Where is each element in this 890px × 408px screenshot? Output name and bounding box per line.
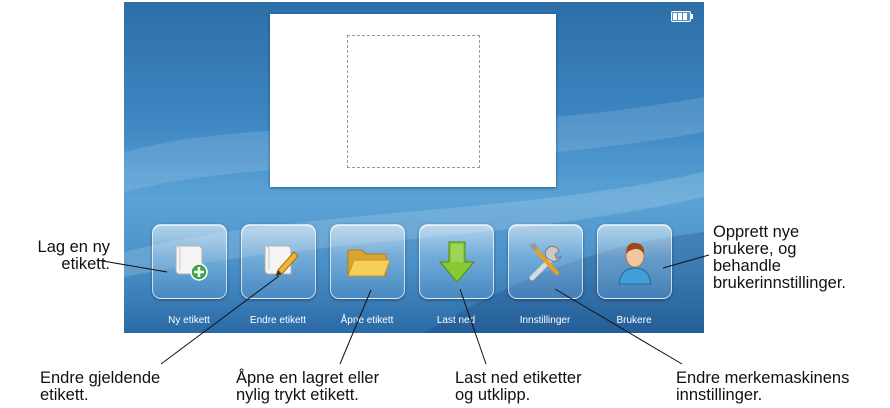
open-label-button[interactable] bbox=[330, 224, 405, 299]
download-button[interactable] bbox=[419, 224, 494, 299]
tools-icon bbox=[528, 242, 562, 280]
new-label-text: Ny etikett bbox=[168, 315, 210, 326]
download-arrow-icon bbox=[438, 241, 475, 283]
device-screen: Ny etikett Endre etikett Åpne etikett La… bbox=[124, 2, 704, 333]
open-folder-icon bbox=[346, 249, 391, 276]
label-preview[interactable] bbox=[270, 14, 556, 187]
edit-label-icon bbox=[264, 245, 299, 277]
settings-button[interactable] bbox=[508, 224, 583, 299]
users-text: Brukere bbox=[616, 315, 652, 326]
user-icon bbox=[617, 242, 652, 284]
edit-label-text: Endre etikett bbox=[249, 315, 307, 326]
callout-edit-label: Endre gjeldende etikett. bbox=[40, 369, 161, 404]
new-label-icon bbox=[175, 245, 208, 281]
download-text: Last ned bbox=[436, 315, 476, 326]
callout-new-label: Lag en ny etikett. bbox=[37, 238, 110, 273]
new-label-button[interactable] bbox=[152, 224, 227, 299]
callout-open-label: Åpne en lagret eller nylig trykt etikett… bbox=[236, 369, 380, 404]
callout-users: Opprett nye brukere, og behandle brukeri… bbox=[713, 223, 846, 292]
battery-full-icon bbox=[671, 11, 693, 22]
callout-download: Last ned etiketter og utklipp. bbox=[455, 369, 582, 404]
open-label-text: Åpne etikett bbox=[340, 315, 394, 326]
settings-text: Innstillinger bbox=[519, 315, 571, 326]
edit-label-button[interactable] bbox=[241, 224, 316, 299]
callout-settings: Endre merkemaskinens innstillinger. bbox=[676, 369, 850, 404]
users-button[interactable] bbox=[597, 224, 672, 299]
print-area bbox=[347, 35, 480, 168]
